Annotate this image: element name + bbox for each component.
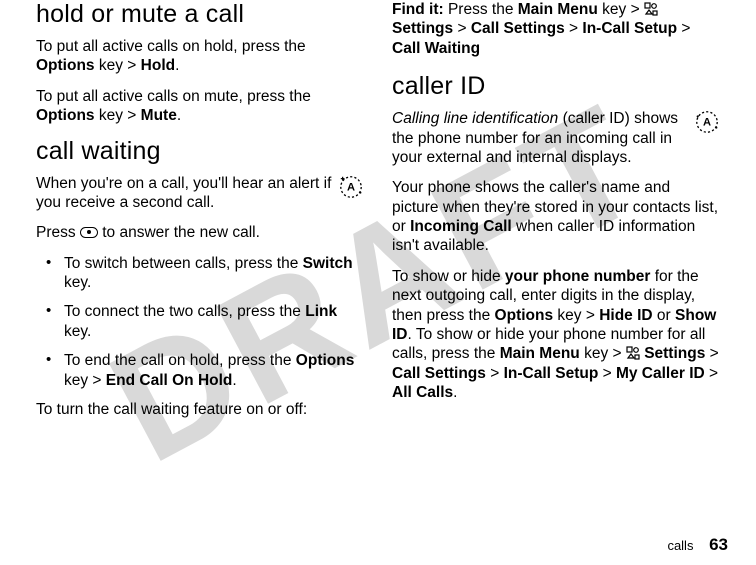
send-key-icon [80,227,98,238]
key-options: Options [36,57,95,74]
menu-settings: Settings [644,345,705,362]
menu-incall-setup: In-Call Setup [582,20,677,37]
bullet-list: To switch between calls, press the Switc… [36,254,364,390]
para-cli-def: A Calling line identification (caller ID… [392,109,720,167]
key-options: Options [495,307,554,324]
menu-call-settings: Call Settings [392,365,486,382]
menu-settings: Settings [392,20,453,37]
text: > [598,365,616,382]
text: . [175,57,179,74]
text: When you're on a call, you'll hear an al… [36,175,331,211]
para-cli-name: Your phone shows the caller's name and p… [392,178,720,256]
heading-call-waiting: call waiting [36,137,364,166]
svg-text:A: A [703,117,711,129]
text: key > [95,57,141,74]
page-number: 63 [709,535,728,554]
term-cli: Calling line identification [392,110,558,127]
menu-hold: Hold [141,57,175,74]
feature-a-icon: A [694,109,720,135]
text: key > [553,307,599,324]
para-mute: To put all active calls on mute, press t… [36,87,364,126]
para-alert: A When you're on a call, you'll hear an … [36,174,364,213]
settings-icon [644,2,658,16]
text: key > [95,107,141,124]
find-it-path: Find it: Press the Main Menu key > Setti… [392,0,720,58]
page-footer: calls 63 [667,535,728,555]
text: To end the call on hold, press the [64,352,296,369]
text: to answer the new call. [98,224,260,241]
text: > [565,20,583,37]
feature-a-icon: A [338,174,364,200]
text: or [653,307,675,324]
list-item: To switch between calls, press the Switc… [36,254,364,293]
key-link: Link [305,303,337,320]
text: key > [598,1,644,18]
text: > [486,365,504,382]
text: . [232,372,236,389]
menu-mute: Mute [141,107,177,124]
menu-my-caller-id: My Caller ID [616,365,705,382]
text: key. [64,323,91,340]
list-item: To connect the two calls, press the Link… [36,302,364,341]
text: To connect the two calls, press the [64,303,305,320]
text: > [453,20,471,37]
text: To put all active calls on mute, press t… [36,88,311,105]
label-incoming: Incoming Call [410,218,512,235]
list-item: To end the call on hold, press the Optio… [36,351,364,390]
text: key. [64,274,91,291]
find-it-label: Find it: [392,1,444,18]
menu-call-waiting: Call Waiting [392,40,480,57]
menu-incall-setup: In-Call Setup [504,365,599,382]
text: Press [36,224,80,241]
key-switch: Switch [303,255,353,272]
text-your-number: your phone number [505,268,651,285]
heading-caller-id: caller ID [392,72,720,101]
right-column: Find it: Press the Main Menu key > Setti… [378,0,728,525]
menu-call-settings: Call Settings [471,20,565,37]
text: > [705,365,718,382]
menu-hide-id: Hide ID [599,307,652,324]
para-toggle: To turn the call waiting feature on or o… [36,400,364,419]
text: key > [64,372,106,389]
para-hold: To put all active calls on hold, press t… [36,37,364,76]
text: To put all active calls on hold, press t… [36,38,306,55]
key-main-menu: Main Menu [500,345,580,362]
menu-end-hold: End Call On Hold [106,372,233,389]
left-column: hold or mute a call To put all active ca… [28,0,378,525]
heading-hold-mute: hold or mute a call [36,0,364,29]
text: key > [580,345,626,362]
text: Press the [444,1,518,18]
text: > [677,20,690,37]
text: . [453,384,457,401]
key-options: Options [36,107,95,124]
page-content: hold or mute a call To put all active ca… [0,0,756,525]
settings-icon [626,346,640,360]
para-answer: Press to answer the new call. [36,223,364,242]
section-label: calls [667,538,693,553]
text: To show or hide [392,268,505,285]
key-options: Options [296,352,355,369]
text: To switch between calls, press the [64,255,303,272]
svg-text:A: A [347,181,355,193]
menu-all-calls: All Calls [392,384,453,401]
key-main-menu: Main Menu [518,1,598,18]
text: . [177,107,181,124]
para-cli-show-hide: To show or hide your phone number for th… [392,267,720,403]
text: > [705,345,718,362]
